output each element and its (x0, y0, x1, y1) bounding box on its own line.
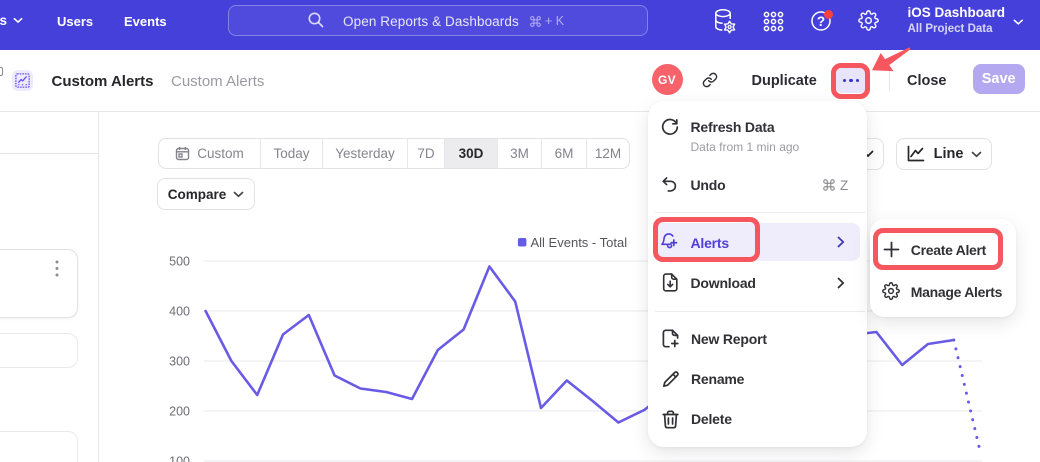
svg-text:200: 200 (169, 405, 190, 419)
svg-text:All Events - Total: All Events - Total (531, 235, 628, 250)
svg-text:500: 500 (169, 255, 190, 269)
svg-text:400: 400 (169, 305, 190, 319)
svg-text:?: ? (817, 14, 825, 29)
svg-text:100: 100 (169, 455, 190, 462)
svg-text:300: 300 (169, 355, 190, 369)
